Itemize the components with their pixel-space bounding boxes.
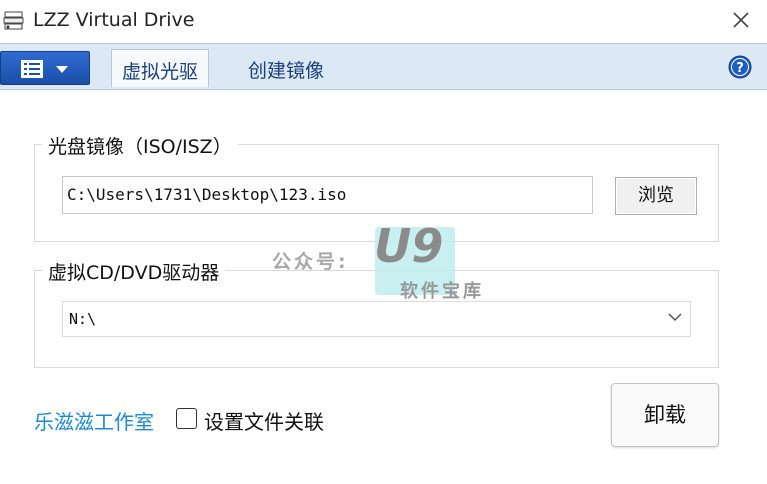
browse-button[interactable]: 浏览 <box>615 177 697 215</box>
unmount-button[interactable]: 卸载 <box>611 383 719 447</box>
help-icon[interactable]: ? <box>728 55 752 79</box>
app-icon <box>3 11 24 30</box>
close-icon[interactable] <box>729 8 753 32</box>
watermark-brand: U9 <box>374 219 444 273</box>
svg-text:?: ? <box>736 61 744 76</box>
studio-link[interactable]: 乐滋滋工作室 <box>34 406 154 435</box>
image-group-legend: 光盘镜像（ISO/ISZ） <box>42 132 238 159</box>
title-bar: LZZ Virtual Drive <box>0 0 767 42</box>
chevron-down-icon <box>668 313 682 322</box>
file-assoc-checkbox[interactable] <box>176 408 197 429</box>
image-path-field[interactable]: C:\Users\1731\Desktop\123.iso <box>62 176 593 214</box>
main-menu-button[interactable] <box>0 51 90 85</box>
file-assoc-label[interactable]: 设置文件关联 <box>204 406 324 435</box>
watermark: 公众号: U9 软件宝库 <box>272 219 512 307</box>
drive-group-legend: 虚拟CD/DVD驱动器 <box>42 258 226 285</box>
tab-create-image[interactable]: 创建镜像 <box>238 49 334 87</box>
tab-virtual-drive[interactable]: 虚拟光驱 <box>111 49 210 87</box>
tab-bar: 虚拟光驱 创建镜像 ? <box>0 43 767 90</box>
watermark-prefix: 公众号: <box>272 251 349 273</box>
window-title: LZZ Virtual Drive <box>33 9 195 31</box>
watermark-suffix: 软件宝库 <box>400 281 484 302</box>
drive-select-value: N:\ <box>69 310 97 328</box>
menu-icon <box>21 60 43 78</box>
chevron-down-icon <box>56 66 68 73</box>
